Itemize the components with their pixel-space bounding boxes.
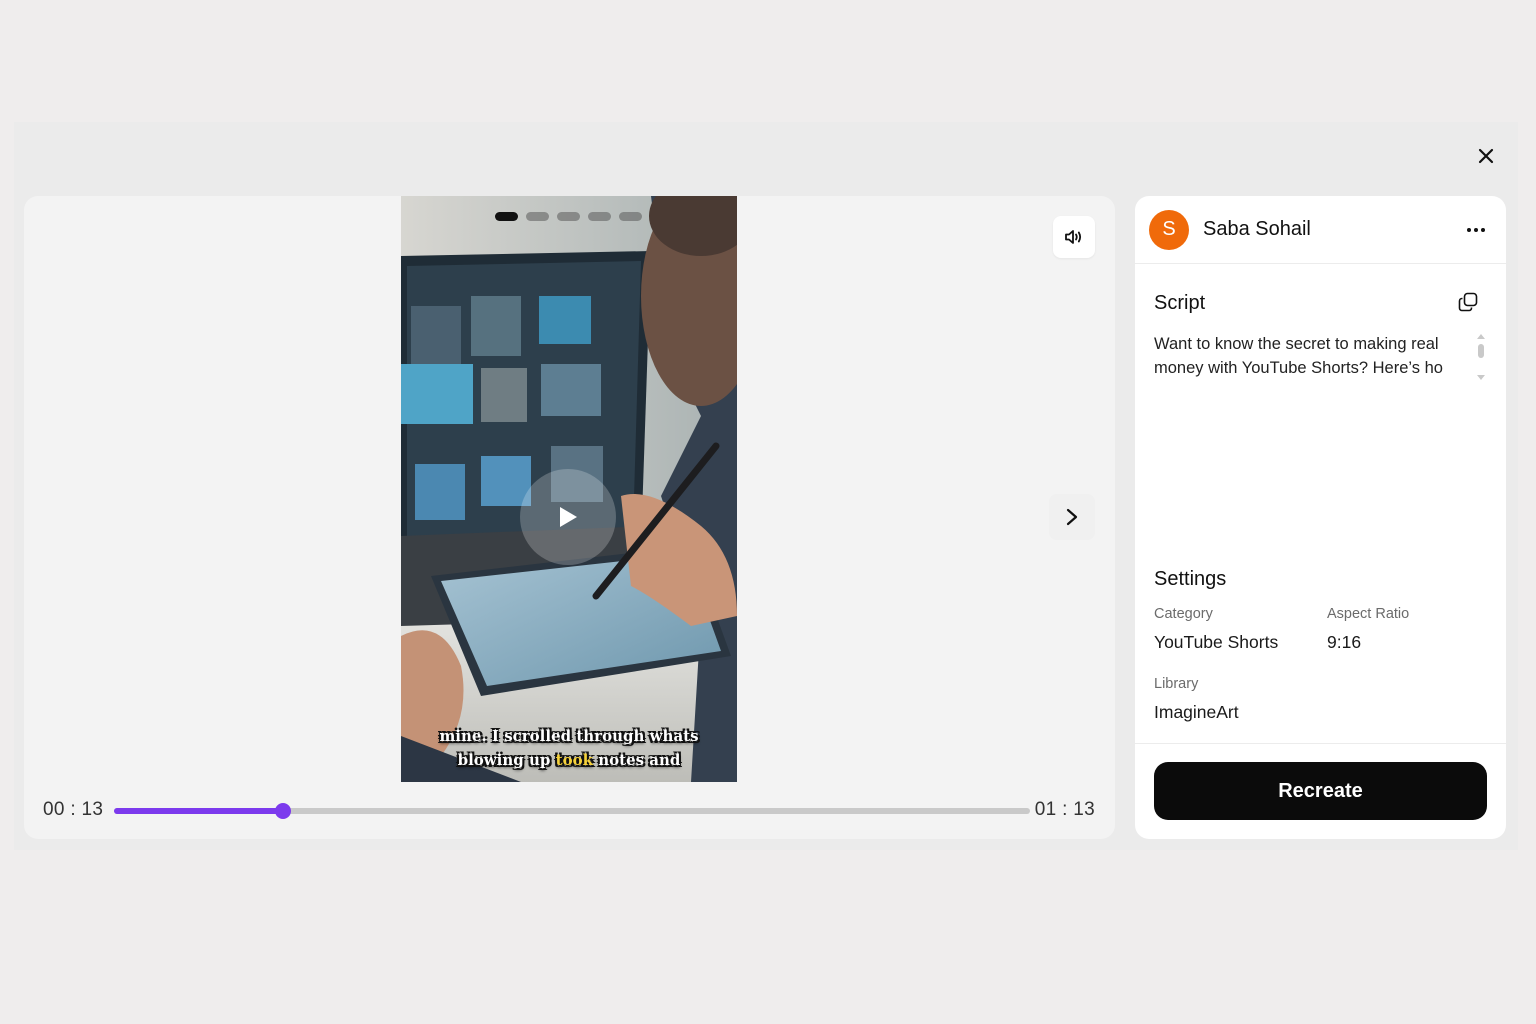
slide-dot[interactable] [526,212,549,221]
video-caption: mine. I scrolled through whats blowing u… [401,724,737,772]
user-header: S Saba Sohail [1135,196,1506,264]
scroll-down-arrow-icon[interactable] [1477,375,1485,380]
progress-slider[interactable] [114,803,1030,819]
script-text[interactable]: Want to know the secret to making real m… [1154,332,1472,382]
slide-dot[interactable] [619,212,642,221]
slide-indicator [495,212,642,221]
scroll-thumb[interactable] [1478,344,1484,358]
caption-word: up [529,751,551,769]
category-label: Category [1154,606,1213,622]
caption-word: and [649,751,681,769]
volume-button[interactable] [1053,216,1095,258]
caption-word: I [491,727,499,745]
recreate-button[interactable]: Recreate [1154,762,1487,820]
settings-heading: Settings [1154,568,1227,590]
caption-word: took [555,751,593,769]
duration-time: 01 : 13 [1034,799,1095,820]
next-button[interactable] [1049,494,1095,540]
slide-dot[interactable] [557,212,580,221]
play-icon [560,507,577,527]
user-name: Saba Sohail [1203,218,1311,240]
copy-icon [1458,292,1478,312]
library-value: ImagineArt [1154,702,1239,722]
video-frame[interactable]: mine. I scrolled through whats blowing u… [401,196,737,782]
aspect-ratio-value: 9:16 [1327,632,1362,652]
close-icon [1478,148,1494,164]
panel-divider [1135,743,1506,744]
caption-word: scrolled [504,727,572,745]
category-value: YouTube Shorts [1154,632,1279,652]
volume-icon [1065,230,1082,244]
chevron-right-icon [1066,508,1078,526]
caption-word: whats [649,727,699,745]
video-preview-modal: mine. I scrolled through whats blowing u… [14,122,1518,850]
progress-fill [114,808,283,814]
video-player: mine. I scrolled through whats blowing u… [24,196,1115,839]
caption-word: blowing [457,751,524,769]
play-button[interactable] [520,469,616,565]
script-scrollbar[interactable] [1476,334,1486,380]
caption-line-2: blowing up took notes and [421,748,717,772]
caption-word: through [576,727,645,745]
scroll-up-arrow-icon[interactable] [1477,334,1485,339]
more-options-button[interactable] [1464,218,1488,242]
script-line-2: money with YouTube Shorts? Here’s ho [1154,359,1443,377]
details-panel: S Saba Sohail Script Want to know the se… [1135,196,1506,839]
aspect-ratio-label: Aspect Ratio [1327,606,1410,622]
current-time: 00 : 13 [43,799,104,820]
more-horizontal-icon [1467,227,1485,232]
caption-line-1: mine. I scrolled through whats [421,724,717,748]
library-label: Library [1154,676,1199,692]
progress-thumb[interactable] [274,803,291,819]
caption-word: mine. [439,727,487,745]
copy-script-button[interactable] [1458,292,1480,314]
slide-dot[interactable] [588,212,611,221]
avatar: S [1149,209,1189,250]
script-line-1: Want to know the secret to making real [1154,335,1439,353]
script-heading: Script [1154,292,1206,314]
caption-word: notes [598,751,645,769]
slide-dot[interactable] [495,212,518,221]
close-button[interactable] [1476,146,1496,166]
